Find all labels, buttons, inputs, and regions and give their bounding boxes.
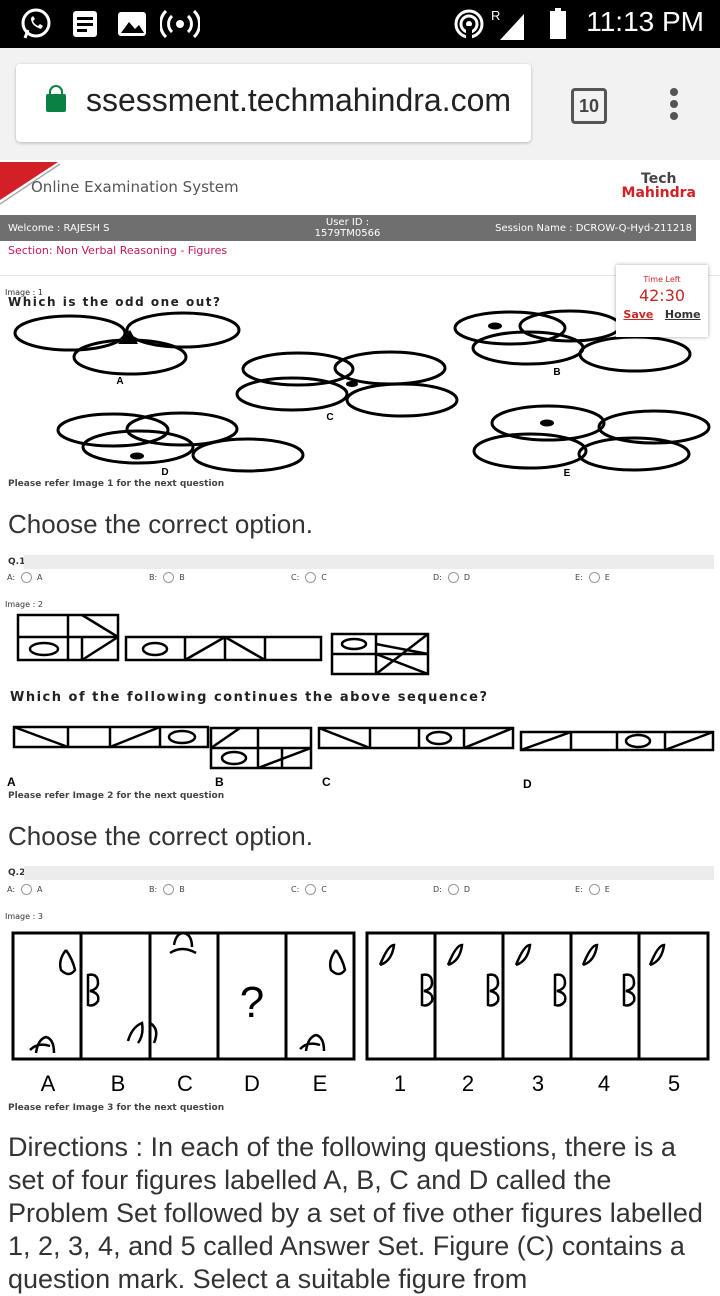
time-left-value: 42:30	[638, 286, 686, 305]
browser-toolbar: ssessment.techmahindra.com 10	[0, 48, 720, 161]
save-link[interactable]: Save	[623, 308, 653, 321]
image3-refer: Please refer Image 3 for the next questi…	[8, 1103, 225, 1113]
image3-figure: ? A B C D E 1 2 3 4 5	[11, 931, 710, 1096]
problem-label-c: C	[177, 1071, 193, 1096]
battery-icon	[548, 8, 568, 40]
q2-number: Q.2	[8, 868, 26, 878]
image2-refer: Please refer Image 2 for the next questi…	[8, 791, 225, 801]
radio-button[interactable]	[163, 572, 175, 583]
svg-text:R: R	[491, 8, 500, 23]
figure-label-e: E	[564, 468, 571, 479]
q2-bar	[24, 866, 714, 880]
notes-icon	[70, 8, 100, 40]
problem-label-e: E	[313, 1071, 328, 1096]
session-info-bar: Welcome : RAJESH S User ID : 1579TM0566 …	[0, 215, 696, 241]
figure-label-a: A	[116, 376, 123, 387]
section-title: Section: Non Verbal Reasoning - Figures	[8, 244, 228, 257]
q1-option-b[interactable]: B: B	[149, 572, 185, 583]
answer-label-2: 2	[462, 1071, 474, 1096]
app-header: Online Examination System Tech Mahindra	[0, 160, 720, 215]
image1-figure: A B C D E	[13, 309, 711, 479]
clock: 11:13 PM	[586, 6, 704, 37]
lock-icon	[46, 85, 66, 112]
gallery-icon	[116, 8, 148, 40]
q1-number: Q.1	[8, 557, 26, 567]
q2-options: A: A B: B C: C D: D E: E	[0, 884, 720, 900]
time-left-label: Time Left	[643, 275, 681, 284]
q2-option-d[interactable]: D: D	[433, 884, 470, 895]
problem-label-a: A	[41, 1071, 56, 1096]
figure-label-c: C	[326, 412, 333, 423]
timer-box: Time Left 42:30 Save Home	[616, 265, 708, 337]
figure-label-d: D	[161, 467, 168, 478]
q1-option-e[interactable]: E: E	[575, 572, 610, 583]
problem-label-d: D	[244, 1071, 260, 1096]
welcome-text: Welcome : RAJESH S	[8, 223, 110, 234]
q1-option-a[interactable]: A: A	[7, 572, 43, 583]
radio-button[interactable]	[305, 572, 317, 583]
url-bar[interactable]: ssessment.techmahindra.com	[16, 64, 531, 142]
radio-button[interactable]	[21, 884, 33, 895]
status-bar: R 11:13 PM	[0, 0, 720, 48]
tab-switcher-button[interactable]: 10	[571, 88, 607, 124]
radio-button[interactable]	[588, 884, 600, 895]
radio-icon	[160, 8, 200, 40]
radio-button[interactable]	[305, 884, 317, 895]
directions-text: Directions : In each of the following qu…	[8, 1132, 703, 1294]
radio-button[interactable]	[163, 884, 175, 895]
choose-option-1: Choose the correct option.	[8, 509, 313, 539]
image2-sequence	[16, 613, 430, 676]
figure-label-d: D	[523, 777, 532, 791]
signal-icon: R	[490, 8, 524, 40]
whatsapp-icon	[18, 8, 54, 40]
menu-icon[interactable]	[668, 88, 680, 124]
user-id: User ID : 1579TM0566	[314, 217, 381, 239]
image2-label: Image : 2	[5, 600, 43, 609]
q2-option-c[interactable]: C: C	[291, 884, 327, 895]
url-text: ssessment.techmahindra.com	[86, 82, 512, 118]
image3-label: Image : 3	[5, 912, 43, 921]
q2-option-b[interactable]: B: B	[149, 884, 185, 895]
q2-option-e[interactable]: E: E	[575, 884, 610, 895]
figure-label-b: B	[553, 367, 560, 378]
radio-button[interactable]	[447, 572, 459, 583]
q2-option-a[interactable]: A: A	[7, 884, 43, 895]
radio-button[interactable]	[21, 572, 33, 583]
figure-label-c: C	[322, 775, 331, 789]
figure-label-a: A	[7, 775, 16, 789]
answer-label-3: 3	[532, 1071, 544, 1096]
radio-button[interactable]	[588, 572, 600, 583]
choose-option-2: Choose the correct option.	[8, 821, 313, 851]
session-name: Session Name : DCROW-Q-Hyd-211218	[495, 223, 692, 234]
problem-label-b: B	[111, 1071, 126, 1096]
figure-label-b: B	[215, 775, 224, 789]
image1-refer: Please refer Image 1 for the next questi…	[8, 479, 225, 489]
tech-mahindra-logo: Tech Mahindra	[621, 171, 696, 201]
question-mark: ?	[240, 978, 264, 1027]
hotspot-icon	[452, 8, 486, 40]
q1-option-d[interactable]: D: D	[433, 572, 470, 583]
answer-label-4: 4	[598, 1071, 610, 1096]
answer-label-1: 1	[394, 1071, 406, 1096]
app-title: Online Examination System	[31, 178, 239, 196]
q1-options: A: A B: B C: C D: D E: E	[0, 572, 720, 588]
q1-bar	[24, 555, 714, 569]
image2-question: Which of the following continues the abo…	[10, 690, 489, 705]
radio-button[interactable]	[447, 884, 459, 895]
image2-options-figure: A B C D	[7, 725, 715, 791]
home-link[interactable]: Home	[665, 308, 701, 321]
q1-option-c[interactable]: C: C	[291, 572, 327, 583]
answer-label-5: 5	[668, 1071, 680, 1096]
